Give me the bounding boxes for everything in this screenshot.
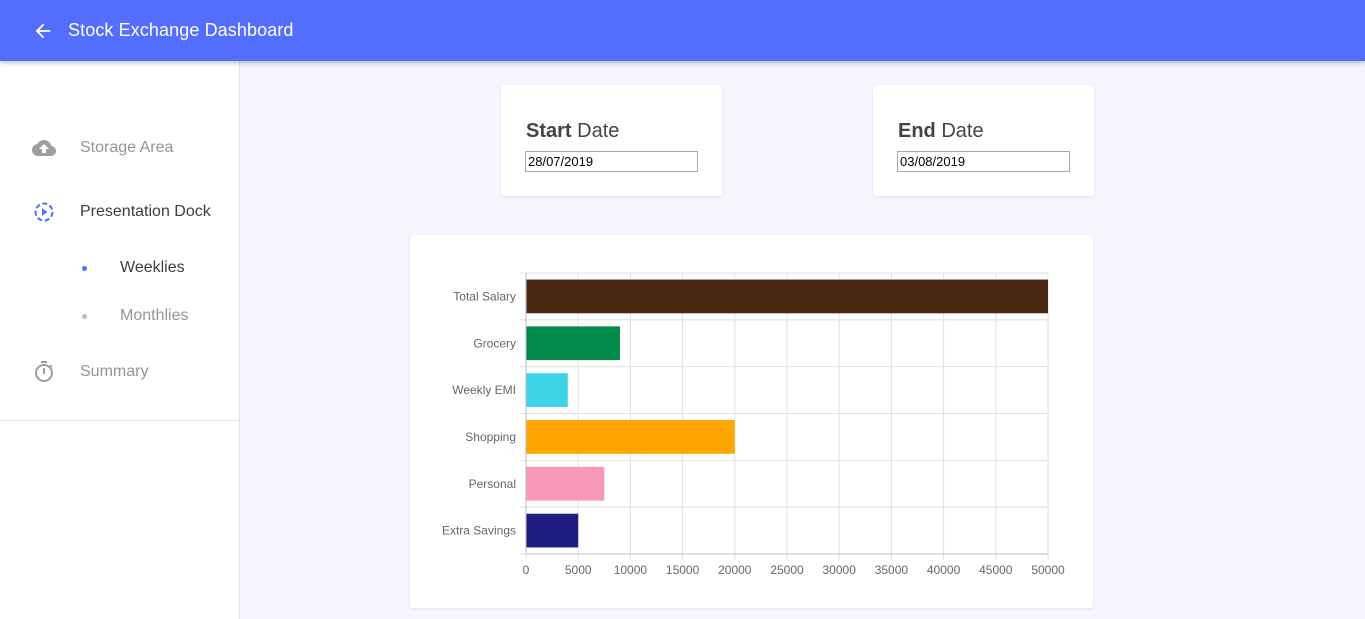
end-date-input[interactable] <box>897 151 1070 172</box>
x-tick-label: 50000 <box>1031 563 1065 577</box>
chart-card: 0 5000 10000 15000 20000 25000 30000 35000 40000… <box>410 235 1093 608</box>
start-date-heading-bold: Start <box>526 120 572 142</box>
bar <box>526 279 1048 314</box>
bar <box>526 373 568 407</box>
timer-icon <box>32 360 56 384</box>
start-date-heading-rest: Date <box>571 120 620 142</box>
sidebar-item-summary[interactable]: Summary <box>0 350 239 394</box>
arrow-left-icon <box>35 23 51 38</box>
start-date-heading: Start Date <box>526 120 619 143</box>
x-tick-label: 0 <box>523 563 530 577</box>
end-date-card: End Date <box>873 85 1094 196</box>
bar <box>526 420 735 454</box>
x-tick-label: 35000 <box>875 563 909 577</box>
bullet-dot-icon <box>82 265 87 271</box>
y-tick-label: Total Salary <box>453 289 516 303</box>
bar <box>526 466 605 501</box>
sidebar-item-presentation-dock[interactable]: Presentation Dock <box>0 190 239 234</box>
app-title: Stock Exchange Dashboard <box>68 20 294 40</box>
app-bar: Stock Exchange Dashboard <box>0 0 1365 61</box>
x-tick-label: 30000 <box>823 563 857 577</box>
sidebar-item-label: Presentation Dock <box>80 203 211 220</box>
start-date-input[interactable] <box>525 151 698 172</box>
sidebar-nav: Storage Area Presentation Dock Weeklies … <box>0 61 239 421</box>
y-tick-label: Grocery <box>473 336 516 350</box>
x-tick-label: 10000 <box>614 563 648 577</box>
bar <box>526 513 579 548</box>
end-date-heading-rest: Date <box>935 120 984 142</box>
cloud-upload-icon <box>32 136 56 160</box>
x-tick-label: 20000 <box>718 563 752 577</box>
end-date-heading: End Date <box>898 120 984 143</box>
sidebar-subitem-monthlies[interactable]: Monthlies <box>0 298 239 334</box>
x-tick-label: 15000 <box>666 563 700 577</box>
play-circle-icon <box>32 200 56 224</box>
x-tick-label: 45000 <box>979 563 1013 577</box>
bar <box>526 326 620 361</box>
sidebar-subitem-label: Weeklies <box>120 259 185 276</box>
sidebar-item-label: Storage Area <box>80 139 174 156</box>
sidebar-subitem-weeklies[interactable]: Weeklies <box>0 250 239 286</box>
sidebar-subitem-label: Monthlies <box>120 307 189 324</box>
y-tick-label: Weekly EMI <box>452 383 516 397</box>
sidebar-item-label: Summary <box>80 363 149 380</box>
x-tick-label: 5000 <box>565 563 592 577</box>
bullet-dot-icon <box>82 313 87 319</box>
y-tick-label: Personal <box>469 477 516 491</box>
sidebar: Storage Area Presentation Dock Weeklies … <box>0 61 240 619</box>
end-date-heading-bold: End <box>898 120 936 142</box>
y-tick-label: Shopping <box>465 430 516 444</box>
sidebar-item-storage-area[interactable]: Storage Area <box>0 126 239 170</box>
start-date-card: Start Date <box>501 85 722 196</box>
x-tick-label: 40000 <box>927 563 961 577</box>
expense-bar-chart: 0 5000 10000 15000 20000 25000 30000 35000 40000… <box>442 272 1065 577</box>
back-button[interactable] <box>29 17 57 45</box>
x-tick-label: 25000 <box>770 563 804 577</box>
y-tick-label: Extra Savings <box>442 524 516 538</box>
